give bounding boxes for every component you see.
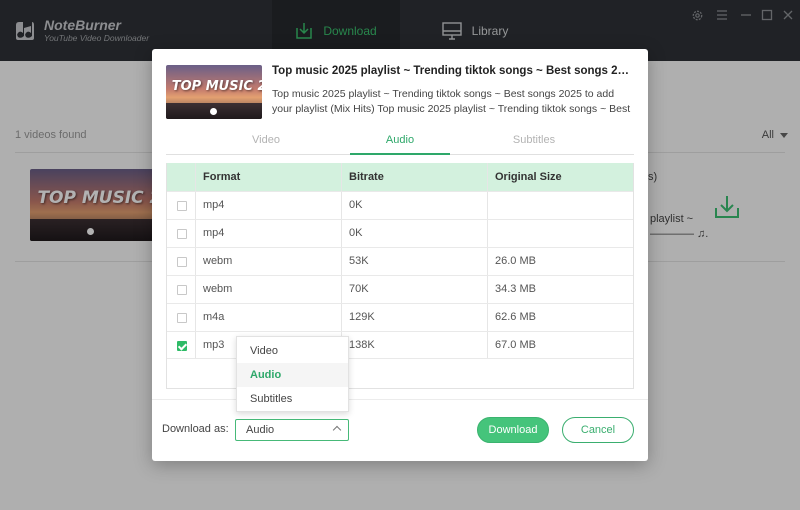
- row-checkbox[interactable]: [177, 285, 187, 295]
- table-row[interactable]: webm 53K 26.0 MB: [167, 247, 633, 275]
- dropdown-option-subtitles[interactable]: Subtitles: [237, 387, 348, 411]
- cell-size: 67.0 MB: [495, 339, 536, 351]
- cell-size: 34.3 MB: [495, 283, 536, 295]
- table-row[interactable]: mp4 0K: [167, 219, 633, 247]
- cell-bitrate: 0K: [349, 199, 363, 211]
- video-title: Top music 2025 playlist ~ Trending tikto…: [272, 65, 634, 77]
- table-row[interactable]: m4a 129K 62.6 MB: [167, 303, 633, 331]
- download-as-select[interactable]: Audio: [235, 419, 349, 441]
- download-button[interactable]: Download: [477, 417, 549, 443]
- tab-subtitles[interactable]: Subtitles: [484, 129, 584, 155]
- format-tabs: Video Audio Subtitles: [166, 129, 634, 155]
- row-checkbox[interactable]: [177, 313, 187, 323]
- dropdown-option-audio[interactable]: Audio: [237, 363, 348, 387]
- cell-format: m4a: [203, 311, 225, 323]
- cell-bitrate: 70K: [349, 283, 369, 295]
- column-header-size: Original Size: [495, 171, 562, 183]
- thumbnail-text: TOP MUSIC 2025: [171, 79, 262, 95]
- cell-format: mp3: [203, 339, 225, 351]
- cell-size: 62.6 MB: [495, 311, 536, 323]
- row-checkbox[interactable]: [177, 201, 187, 211]
- tab-video[interactable]: Video: [216, 129, 316, 155]
- table-row[interactable]: webm 70K 34.3 MB: [167, 275, 633, 303]
- dialog-thumbnail: TOP MUSIC 2025: [166, 65, 262, 119]
- tab-audio[interactable]: Audio: [350, 129, 450, 155]
- cell-bitrate: 0K: [349, 227, 363, 239]
- cell-bitrate: 53K: [349, 255, 369, 267]
- cell-format: mp4: [203, 199, 225, 211]
- dropdown-option-video[interactable]: Video: [237, 339, 348, 363]
- row-checkbox[interactable]: [177, 257, 187, 267]
- cell-format: webm: [203, 255, 233, 267]
- video-description: Top music 2025 playlist ~ Trending tikto…: [272, 88, 631, 115]
- row-checkbox[interactable]: [177, 229, 187, 239]
- download-as-value: Audio: [246, 424, 275, 436]
- cancel-button[interactable]: Cancel: [562, 417, 634, 443]
- row-checkbox[interactable]: [177, 341, 187, 351]
- cell-bitrate: 129K: [349, 311, 375, 323]
- column-header-bitrate: Bitrate: [349, 171, 384, 183]
- download-options-dialog: TOP MUSIC 2025 Top music 2025 playlist ~…: [152, 49, 648, 461]
- cell-format: webm: [203, 283, 233, 295]
- cell-size: 26.0 MB: [495, 255, 536, 267]
- download-as-label: Download as:: [162, 423, 229, 435]
- table-row[interactable]: mp4 0K: [167, 191, 633, 219]
- download-as-dropdown: Video Audio Subtitles: [236, 336, 349, 412]
- table-header: Format Bitrate Original Size: [167, 163, 633, 191]
- cell-bitrate: 138K: [349, 339, 375, 351]
- column-header-format: Format: [203, 171, 241, 183]
- chevron-up-icon: [332, 425, 342, 435]
- cell-format: mp4: [203, 227, 225, 239]
- divider: [152, 399, 648, 400]
